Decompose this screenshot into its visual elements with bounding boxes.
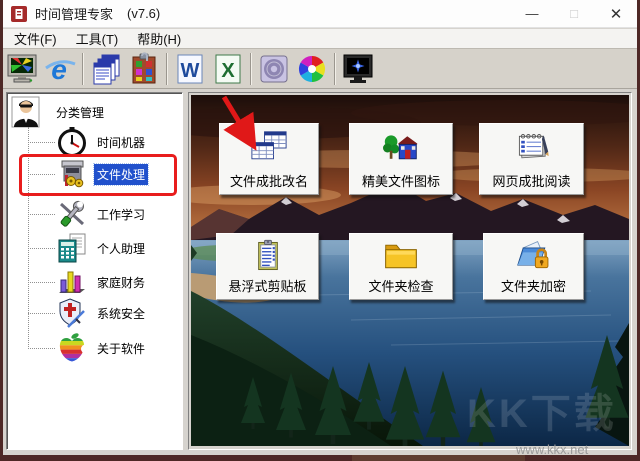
documents-stack-icon[interactable]	[87, 50, 125, 88]
sidebar-item-label: 个人助理	[97, 241, 146, 256]
batch-rename-button[interactable]: 文件成批改名	[219, 123, 319, 195]
machine-gears-icon	[61, 160, 84, 188]
category-tree-panel: 分类管理 时间机器 文件处理 工作学习 个人助理 家庭财务 系统安全 关于软件	[6, 92, 183, 450]
folder-lock-icon	[516, 240, 548, 268]
sidebar-item-family-finance[interactable]: 家庭财务	[7, 265, 182, 299]
screenshot-root: 时间管理专家 (v7.6) — □ ✕ 文件(F) 工具(T) 帮助(H) e …	[0, 0, 640, 461]
window-version: (v7.6)	[127, 6, 161, 21]
manager-person-icon	[11, 96, 40, 128]
svg-text:e: e	[51, 54, 67, 85]
shield-sword-icon	[59, 298, 85, 328]
svg-text:X: X	[221, 60, 235, 82]
minimize-button[interactable]: —	[511, 0, 553, 27]
sidebar-item-label: 系统安全	[97, 306, 146, 321]
batch-rename-icon	[251, 131, 287, 160]
app-window: 时间管理专家 (v7.6) — □ ✕ 文件(F) 工具(T) 帮助(H) e …	[3, 0, 637, 455]
toolbar-separator	[82, 52, 84, 85]
icon-clipboard-icon[interactable]	[125, 50, 163, 88]
tree-connector	[28, 247, 55, 249]
toolbar-separator	[334, 52, 336, 85]
tree-root-item[interactable]: 分类管理	[9, 96, 107, 128]
floating-clipboard-button[interactable]: 悬浮式剪贴板	[216, 233, 319, 300]
tree-connector	[28, 347, 55, 349]
button-label: 精美文件图标	[361, 174, 440, 189]
color-disc-icon[interactable]	[293, 50, 331, 88]
button-label: 文件成批改名	[229, 174, 308, 189]
maximize-button[interactable]: □	[553, 0, 595, 27]
sidebar-item-work-study[interactable]: 工作学习	[7, 197, 182, 231]
web-batch-read-button[interactable]: 网页成批阅读	[479, 123, 584, 195]
desktop-display-icon[interactable]	[3, 50, 41, 88]
tree-connector	[28, 141, 55, 143]
sidebar-item-label: 时间机器	[97, 135, 146, 150]
sidebar-item-system-security[interactable]: 系统安全	[7, 296, 182, 330]
sidebar-item-file-processing[interactable]: 文件处理	[7, 157, 182, 191]
main-panel: 文件成批改名 精美文件图标 网页成批阅读 悬浮式剪贴板 文件夹检查 文件夹加密	[188, 92, 632, 450]
excel-icon[interactable]: X	[209, 50, 247, 88]
tree-connector	[28, 312, 55, 314]
menu-help[interactable]: 帮助(H)	[129, 28, 189, 49]
folder-check-button[interactable]: 文件夹检查	[349, 233, 453, 300]
internet-explorer-icon[interactable]: e	[41, 50, 79, 88]
button-label: 悬浮式剪贴板	[228, 279, 307, 294]
title-bar: 时间管理专家 (v7.6) — □ ✕	[3, 0, 637, 28]
tree-connector	[28, 173, 55, 175]
button-label: 文件夹加密	[500, 279, 566, 294]
toolbar: e W X	[3, 48, 637, 89]
file-icons-button[interactable]: 精美文件图标	[349, 123, 453, 195]
rainbow-apple-icon	[59, 333, 89, 362]
clipboard-icon	[257, 239, 278, 270]
toolbar-separator	[250, 52, 252, 85]
sidebar-item-about[interactable]: 关于软件	[7, 331, 182, 365]
toolbar-separator	[166, 52, 168, 85]
calculator-icon	[58, 233, 86, 263]
sidebar-item-label: 家庭财务	[97, 275, 146, 290]
notebook-pen-icon	[518, 134, 549, 159]
menu-bar: 文件(F) 工具(T) 帮助(H)	[3, 29, 637, 48]
tree-root-label: 分类管理	[56, 105, 105, 120]
svg-text:W: W	[181, 60, 200, 82]
sidebar-item-personal-assistant[interactable]: 个人助理	[7, 231, 182, 265]
folder-icon	[385, 244, 417, 268]
button-label: 网页成批阅读	[492, 174, 571, 189]
sidebar-item-label-selected: 文件处理	[92, 162, 150, 186]
menu-file[interactable]: 文件(F)	[6, 28, 65, 49]
clock-icon	[58, 127, 86, 157]
folder-encrypt-button[interactable]: 文件夹加密	[483, 233, 584, 300]
menu-tools[interactable]: 工具(T)	[68, 28, 127, 49]
screen-saver-icon[interactable]	[339, 50, 377, 88]
tree-connector	[28, 281, 55, 283]
app-icon	[11, 5, 27, 22]
cd-rom-icon[interactable]	[255, 50, 293, 88]
close-button[interactable]: ✕	[595, 0, 637, 27]
word-icon[interactable]: W	[171, 50, 209, 88]
tools-wrench-icon	[59, 200, 85, 227]
sidebar-item-label: 关于软件	[97, 341, 146, 356]
window-controls: — □ ✕	[511, 0, 637, 27]
bar-chart-icon	[59, 271, 85, 293]
house-tree-icon	[383, 135, 418, 160]
sidebar-item-time-machine[interactable]: 时间机器	[7, 125, 182, 159]
sidebar-item-label: 工作学习	[97, 207, 146, 222]
tree-connector	[28, 213, 55, 215]
button-label: 文件夹检查	[368, 279, 434, 294]
window-title: 时间管理专家	[35, 7, 114, 22]
